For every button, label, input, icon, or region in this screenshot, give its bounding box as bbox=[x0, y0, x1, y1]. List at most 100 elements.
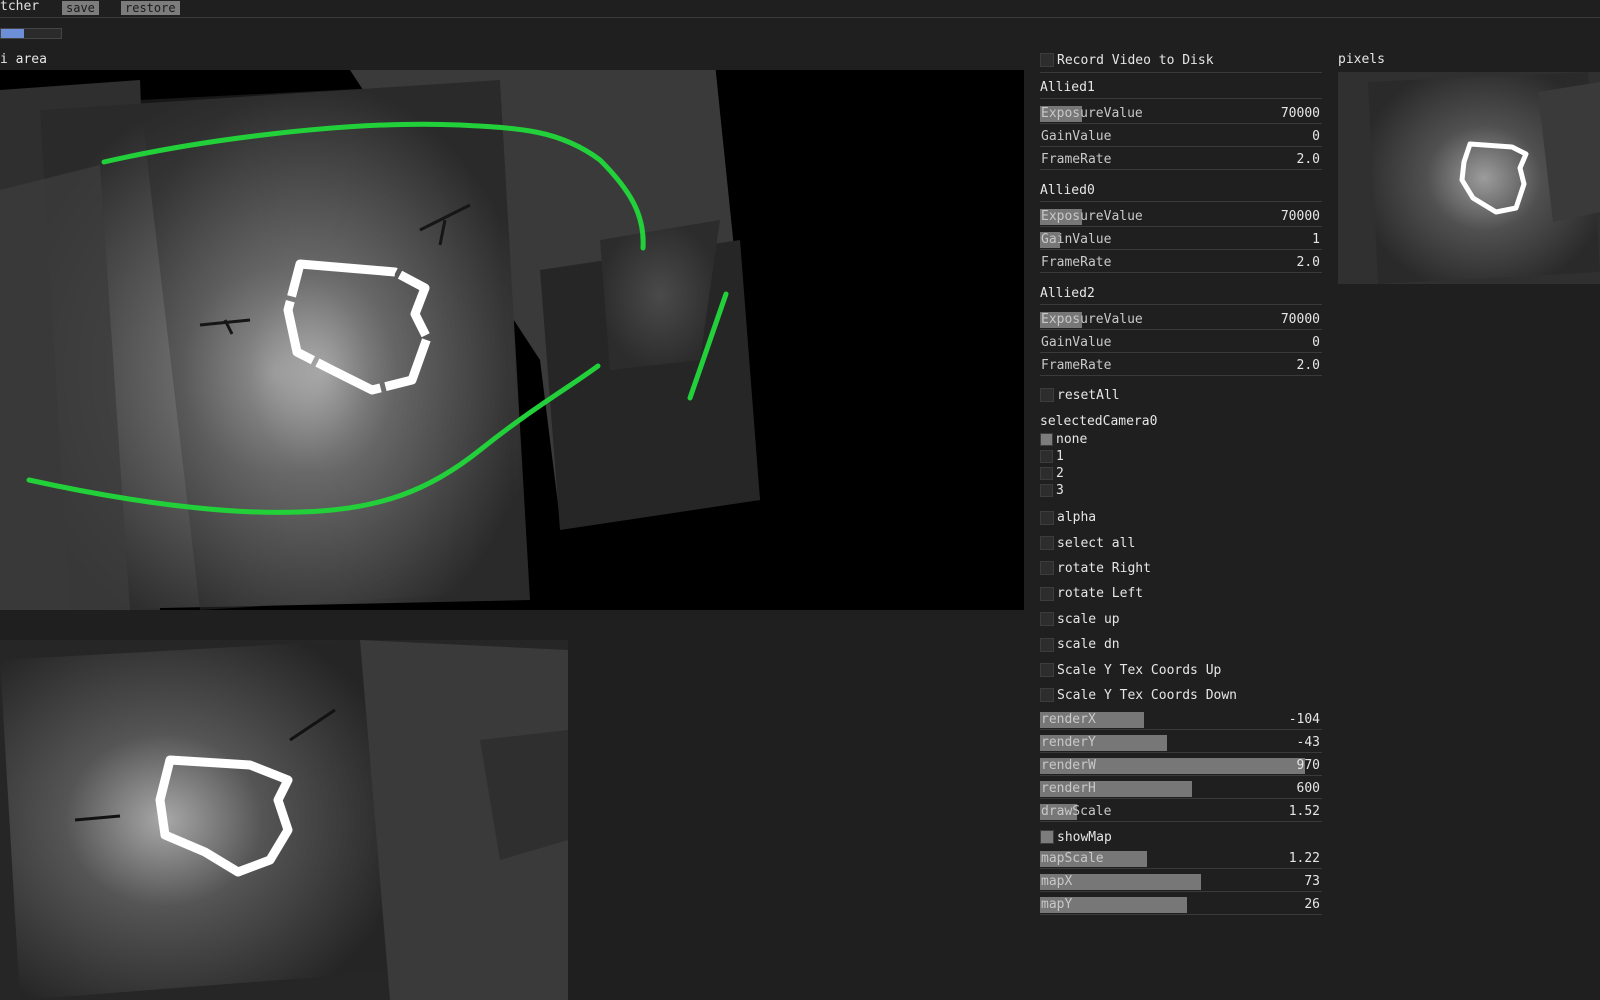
slider-value: 2.0 bbox=[1296, 358, 1320, 373]
show-map-toggle[interactable]: showMap bbox=[1040, 825, 1322, 849]
slider-value: 70000 bbox=[1280, 312, 1320, 327]
radio-box[interactable] bbox=[1040, 467, 1053, 480]
slider-value: -43 bbox=[1296, 735, 1320, 751]
select-all-toggle[interactable]: select all bbox=[1040, 530, 1322, 555]
gainvalue-slider[interactable]: GainValue 0 bbox=[1040, 333, 1322, 353]
checkbox[interactable] bbox=[1040, 510, 1054, 525]
single-camera-view[interactable] bbox=[0, 640, 568, 1000]
exposurevalue-slider[interactable]: ExposureValue 70000 bbox=[1040, 207, 1322, 227]
radio-box[interactable] bbox=[1040, 433, 1053, 446]
main-view-label: i area bbox=[0, 52, 47, 67]
slider-label: renderX bbox=[1041, 712, 1096, 728]
control-panel: Record Video to Disk Allied1 ExposureValu… bbox=[1040, 48, 1322, 918]
framerate-slider[interactable]: FrameRate 2.0 bbox=[1040, 253, 1322, 273]
gainvalue-slider[interactable]: GainValue 0 bbox=[1040, 127, 1322, 147]
slider-label: renderH bbox=[1041, 781, 1096, 797]
option-label: 2 bbox=[1056, 466, 1064, 481]
exposurevalue-slider[interactable]: ExposureValue 70000 bbox=[1040, 310, 1322, 330]
radio-box[interactable] bbox=[1040, 484, 1053, 497]
record-video-label: Record Video to Disk bbox=[1057, 52, 1214, 68]
app-title: tcher bbox=[0, 0, 40, 14]
divider bbox=[1040, 98, 1322, 99]
checkbox[interactable] bbox=[1040, 663, 1054, 678]
progress-fill bbox=[1, 29, 24, 38]
framerate-slider[interactable]: FrameRate 2.0 bbox=[1040, 356, 1322, 376]
slider-label: mapX bbox=[1041, 874, 1073, 890]
divider bbox=[1040, 72, 1322, 73]
top-toolbar: tcher save restore bbox=[0, 0, 1600, 18]
slider-value: 1.22 bbox=[1288, 851, 1320, 867]
camera-option-none[interactable]: none bbox=[1040, 431, 1322, 448]
reset-all-toggle[interactable]: resetAll bbox=[1040, 383, 1322, 407]
checkbox[interactable] bbox=[1040, 536, 1054, 551]
slider-label: ExposureValue bbox=[1041, 312, 1143, 327]
reset-all-label: resetAll bbox=[1057, 387, 1120, 403]
camera-group-title[interactable]: Allied2 bbox=[1040, 284, 1322, 304]
checkbox[interactable] bbox=[1040, 830, 1054, 845]
scale-y-tex-coords-up-toggle[interactable]: Scale Y Tex Coords Up bbox=[1040, 657, 1322, 682]
stitched-camera-view[interactable] bbox=[0, 70, 1024, 610]
slider-label: mapScale bbox=[1041, 851, 1104, 867]
toggle-label: alpha bbox=[1057, 510, 1097, 526]
camera-option-1[interactable]: 1 bbox=[1040, 448, 1322, 465]
scale-y-tex-coords-down-toggle[interactable]: Scale Y Tex Coords Down bbox=[1040, 683, 1322, 708]
slider-value: 2.0 bbox=[1296, 152, 1320, 167]
scale-dn-toggle[interactable]: scale dn bbox=[1040, 632, 1322, 657]
camera-option-3[interactable]: 3 bbox=[1040, 482, 1322, 499]
toggle-label: scale up bbox=[1057, 611, 1120, 627]
slider-value: 70000 bbox=[1280, 209, 1320, 224]
toggle-label: select all bbox=[1057, 535, 1136, 551]
rendery-slider[interactable]: renderY -43 bbox=[1040, 733, 1322, 754]
renderw-slider[interactable]: renderW 970 bbox=[1040, 756, 1322, 777]
slider-label: renderY bbox=[1041, 735, 1096, 751]
slider-value: 0 bbox=[1312, 129, 1320, 144]
radio-box[interactable] bbox=[1040, 450, 1053, 463]
toggle-label: rotate Left bbox=[1057, 586, 1144, 602]
camera-group-title[interactable]: Allied0 bbox=[1040, 181, 1322, 201]
checkbox[interactable] bbox=[1040, 637, 1054, 652]
slider-label: FrameRate bbox=[1041, 152, 1112, 167]
mapscale-slider[interactable]: mapScale 1.22 bbox=[1040, 849, 1322, 870]
scale-up-toggle[interactable]: scale up bbox=[1040, 607, 1322, 632]
framerate-slider[interactable]: FrameRate 2.0 bbox=[1040, 150, 1322, 170]
checkbox[interactable] bbox=[1040, 688, 1054, 703]
alpha-toggle[interactable]: alpha bbox=[1040, 505, 1322, 530]
drawscale-slider[interactable]: drawScale 1.52 bbox=[1040, 802, 1322, 823]
slider-value: 70000 bbox=[1280, 106, 1320, 121]
slider-label: FrameRate bbox=[1041, 255, 1112, 270]
slider-label: renderW bbox=[1041, 758, 1096, 774]
record-video-toggle[interactable]: Record Video to Disk bbox=[1040, 48, 1322, 72]
restore-button[interactable]: restore bbox=[121, 1, 180, 15]
rotate-left-toggle[interactable]: rotate Left bbox=[1040, 581, 1322, 606]
slider-value: 970 bbox=[1296, 758, 1320, 774]
slider-value: 600 bbox=[1296, 781, 1320, 797]
checkbox[interactable] bbox=[1040, 612, 1054, 627]
camera-group-title[interactable]: Allied1 bbox=[1040, 78, 1322, 98]
checkbox[interactable] bbox=[1040, 561, 1054, 576]
selected-camera-title: selectedCamera0 bbox=[1040, 414, 1158, 429]
exposurevalue-slider[interactable]: ExposureValue 70000 bbox=[1040, 104, 1322, 124]
progress-bar bbox=[0, 28, 62, 39]
slider-label: GainValue bbox=[1041, 232, 1112, 247]
slider-value: 2.0 bbox=[1296, 255, 1320, 270]
mapx-slider[interactable]: mapX 73 bbox=[1040, 872, 1322, 893]
checkbox[interactable] bbox=[1040, 53, 1054, 67]
renderx-slider[interactable]: renderX -104 bbox=[1040, 710, 1322, 731]
show-map-label: showMap bbox=[1057, 829, 1112, 845]
renderh-slider[interactable]: renderH 600 bbox=[1040, 779, 1322, 800]
toggle-label: Scale Y Tex Coords Down bbox=[1057, 687, 1238, 703]
checkbox[interactable] bbox=[1040, 388, 1054, 402]
option-label: 3 bbox=[1056, 483, 1064, 498]
slider-label: drawScale bbox=[1041, 804, 1112, 820]
mapy-slider[interactable]: mapY 26 bbox=[1040, 895, 1322, 916]
slider-label: GainValue bbox=[1041, 129, 1112, 144]
save-button[interactable]: save bbox=[62, 1, 99, 15]
checkbox[interactable] bbox=[1040, 586, 1054, 601]
slider-value: 1 bbox=[1312, 232, 1320, 247]
gainvalue-slider[interactable]: GainValue 1 bbox=[1040, 230, 1322, 250]
slider-label: mapY bbox=[1041, 897, 1073, 913]
pixels-view-label: pixels bbox=[1338, 52, 1385, 67]
camera-option-2[interactable]: 2 bbox=[1040, 465, 1322, 482]
rotate-right-toggle[interactable]: rotate Right bbox=[1040, 556, 1322, 581]
divider bbox=[1040, 304, 1322, 305]
